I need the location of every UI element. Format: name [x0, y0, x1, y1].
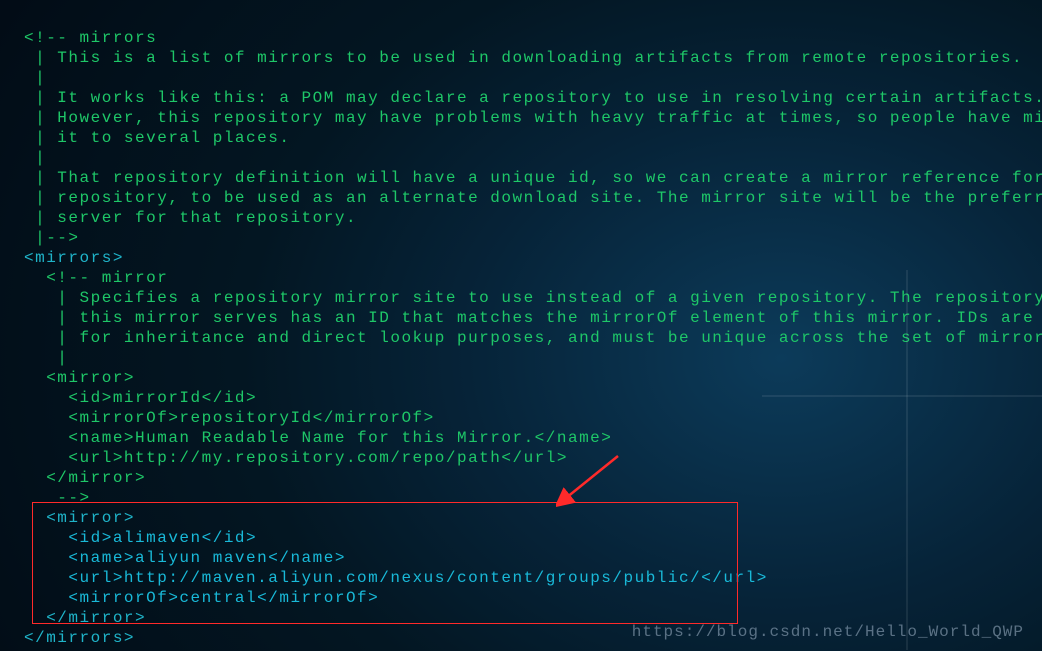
indent	[24, 589, 68, 607]
mirror-close-tag: </mirror>	[24, 609, 146, 627]
indent	[24, 529, 68, 547]
comment-line: |	[24, 349, 68, 367]
mirrorof-open-tag: <mirrorOf>	[68, 589, 179, 607]
name-close-tag: </name>	[268, 549, 346, 567]
comment-line: <!-- mirrors	[24, 29, 157, 47]
comment-line: -->	[24, 489, 91, 507]
mirror-open-tag: <mirror>	[24, 509, 135, 527]
code-block: <!-- mirrors | This is a list of mirrors…	[0, 0, 1042, 648]
mirrors-open-tag: <mirrors>	[24, 249, 124, 267]
url-open-tag: <url>	[68, 569, 124, 587]
comment-line: <mirror>	[24, 369, 135, 387]
comment-line: |	[24, 69, 46, 87]
indent	[24, 569, 68, 587]
wallpaper-line-vertical	[906, 270, 908, 650]
comment-line: | This is a list of mirrors to be used i…	[24, 49, 1023, 67]
comment-line: | it to several places.	[24, 129, 290, 147]
indent	[24, 549, 68, 567]
comment-line: <id>mirrorId</id>	[24, 389, 257, 407]
name-open-tag: <name>	[68, 549, 135, 567]
mirrors-close-tag: </mirrors>	[24, 629, 135, 647]
comment-line: <!-- mirror	[24, 269, 168, 287]
comment-line: | for inheritance and direct lookup purp…	[24, 329, 1042, 347]
comment-line: | It works like this: a POM may declare …	[24, 89, 1042, 107]
comment-line: | server for that repository.	[24, 209, 357, 227]
id-open-tag: <id>	[68, 529, 112, 547]
id-value: alimaven	[113, 529, 202, 547]
comment-line: | Specifies a repository mirror site to …	[24, 289, 1042, 307]
url-value: http://maven.aliyun.com/nexus/content/gr…	[124, 569, 701, 587]
comment-line: |-->	[24, 229, 80, 247]
id-close-tag: </id>	[202, 529, 258, 547]
url-close-tag: </url>	[701, 569, 768, 587]
name-value: aliyun maven	[135, 549, 268, 567]
comment-line: <name>Human Readable Name for this Mirro…	[24, 429, 612, 447]
comment-line: | this mirror serves has an ID that matc…	[24, 309, 1042, 327]
comment-line: | repository, to be used as an alternate…	[24, 189, 1042, 207]
comment-line: <url>http://my.repository.com/repo/path<…	[24, 449, 568, 467]
comment-line: <mirrorOf>repositoryId</mirrorOf>	[24, 409, 435, 427]
wallpaper-line-horizontal	[762, 395, 1042, 397]
mirrorof-close-tag: </mirrorOf>	[257, 589, 379, 607]
comment-line: | However, this repository may have prob…	[24, 109, 1042, 127]
mirrorof-value: central	[179, 589, 257, 607]
comment-line: | That repository definition will have a…	[24, 169, 1042, 187]
comment-line: </mirror>	[24, 469, 146, 487]
watermark-text: https://blog.csdn.net/Hello_World_QWP	[632, 623, 1024, 641]
comment-line: |	[24, 149, 46, 167]
